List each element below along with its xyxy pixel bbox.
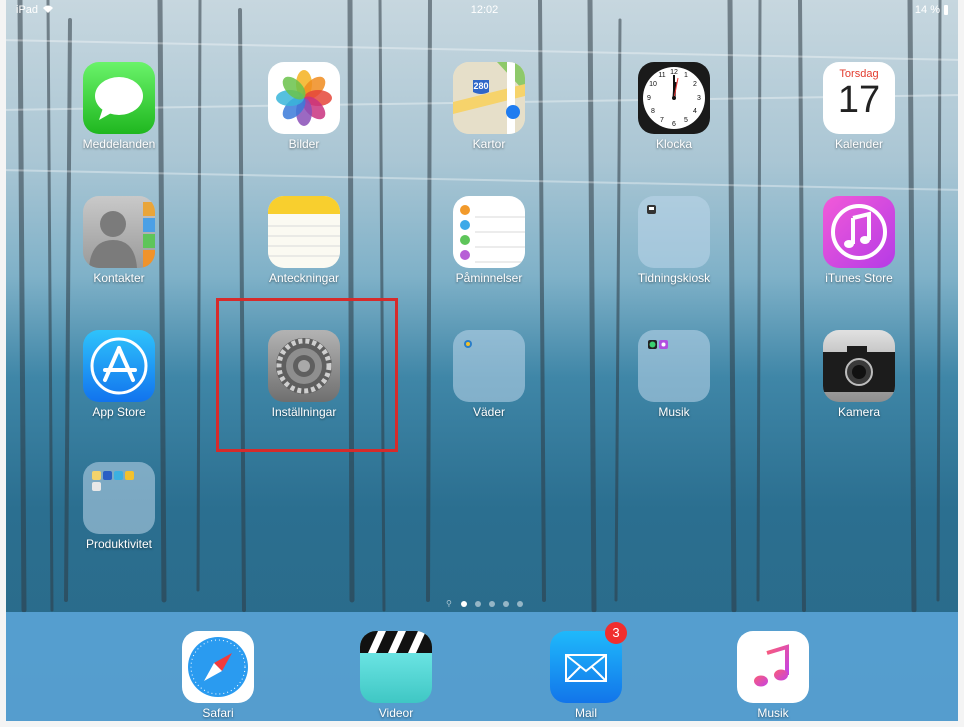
app-productivity-folder[interactable]: Produktivitet — [64, 462, 174, 572]
battery-icon — [943, 5, 948, 15]
camera-label: Kamera — [837, 405, 881, 419]
app-contacts[interactable]: Kontakter — [64, 196, 174, 306]
maps-label: Kartor — [472, 137, 506, 151]
maps-icon: 280 — [453, 62, 525, 134]
app-clock[interactable]: 12 1 2 345 678 9 10 11 Klocka — [619, 62, 729, 172]
reminders-icon — [453, 196, 525, 268]
app-newsstand[interactable]: Tidningskiosk — [619, 196, 729, 306]
svg-text:5: 5 — [684, 117, 688, 124]
music-note-icon — [737, 631, 809, 703]
reminders-label: Påminnelser — [455, 271, 523, 285]
newsstand-folder-icon — [638, 196, 710, 268]
newsstand-label: Tidningskiosk — [637, 271, 711, 285]
videos-label: Videor — [378, 706, 414, 720]
svg-text:11: 11 — [658, 72, 665, 79]
productivity-label: Produktivitet — [85, 537, 153, 551]
app-maps[interactable]: 280 Kartor — [434, 62, 544, 172]
app-notes[interactable]: Anteckningar — [249, 196, 359, 306]
weather-label: Väder — [472, 405, 506, 419]
svg-text:10: 10 — [649, 81, 657, 88]
music-folder-icon — [638, 330, 710, 402]
app-store-icon — [83, 330, 155, 402]
wifi-icon — [42, 4, 54, 17]
svg-text:12: 12 — [670, 69, 678, 76]
productivity-folder-icon — [83, 462, 155, 534]
status-bar: iPad 12:02 14 % — [6, 0, 958, 20]
safari-compass-icon — [182, 631, 254, 703]
settings-highlight-box — [216, 298, 398, 452]
calendar-label: Kalender — [834, 137, 884, 151]
clock-label: Klocka — [655, 137, 693, 151]
dock-app-safari[interactable]: Safari — [163, 631, 273, 727]
page-dot — [461, 600, 467, 607]
svg-text:2: 2 — [693, 81, 697, 88]
contacts-icon — [83, 196, 155, 268]
svg-text:9: 9 — [647, 95, 651, 102]
app-calendar[interactable]: Torsdag 17 Kalender — [804, 62, 914, 172]
notes-icon — [268, 196, 340, 268]
music-label: Musik — [757, 706, 789, 720]
camera-icon — [823, 330, 895, 402]
svg-text:1: 1 — [684, 72, 688, 79]
dock-app-videos[interactable]: Videor — [341, 631, 451, 727]
mail-label: Mail — [574, 706, 597, 720]
device-name: iPad — [16, 4, 39, 16]
messages-icon — [83, 62, 155, 134]
app-music-folder[interactable]: Musik — [619, 330, 729, 440]
calendar-icon: Torsdag 17 — [823, 62, 895, 134]
safari-label: Safari — [202, 706, 234, 720]
svg-text:8: 8 — [651, 108, 655, 115]
itunes-store-icon — [823, 196, 895, 268]
page-dot — [489, 600, 495, 607]
svg-text:7: 7 — [660, 117, 664, 124]
weather-folder-icon — [453, 330, 525, 402]
videos-clapper-icon — [360, 631, 432, 703]
app-weather-folder[interactable]: Väder — [434, 330, 544, 440]
page-indicator[interactable]: ⚲ — [446, 599, 523, 608]
app-itunes-store[interactable]: iTunes Store — [804, 196, 914, 306]
notes-label: Anteckningar — [268, 271, 340, 285]
maps-shield-text: 280 — [473, 81, 489, 91]
page-dot — [517, 600, 523, 607]
dock: Safari Videor Mail 3 Musik — [6, 612, 958, 721]
app-reminders[interactable]: Påminnelser — [434, 196, 544, 306]
itunes-store-label: iTunes Store — [825, 271, 893, 285]
clock-icon: 12 1 2 345 678 9 10 11 — [638, 62, 710, 134]
page-dot — [475, 600, 481, 607]
page-dot — [503, 600, 509, 607]
contacts-label: Kontakter — [93, 271, 145, 285]
photos-icon — [268, 62, 340, 134]
spotlight-search-icon: ⚲ — [446, 599, 452, 608]
messages-label: Meddelanden — [82, 137, 156, 151]
status-time: 12:02 — [470, 4, 499, 16]
app-messages[interactable]: Meddelanden — [64, 62, 174, 172]
svg-text:4: 4 — [693, 108, 697, 115]
svg-text:3: 3 — [697, 95, 701, 102]
music-folder-label: Musik — [658, 405, 690, 419]
photos-label: Bilder — [288, 137, 320, 151]
svg-text:6: 6 — [672, 121, 676, 128]
app-photos[interactable]: Bilder — [249, 62, 359, 172]
battery-percent: 14 % — [914, 4, 940, 16]
app-store-label: App Store — [92, 405, 146, 419]
dock-app-music[interactable]: Musik — [718, 631, 828, 727]
app-camera[interactable]: Kamera — [804, 330, 914, 440]
mail-unread-badge: 3 — [605, 622, 627, 644]
ipad-home-screen: iPad 12:02 14 % Meddelanden Bilder 280 K… — [0, 0, 964, 727]
app-app-store[interactable]: App Store — [64, 330, 174, 440]
dock-app-mail[interactable]: Mail — [531, 631, 641, 727]
calendar-date: 17 — [837, 79, 881, 121]
